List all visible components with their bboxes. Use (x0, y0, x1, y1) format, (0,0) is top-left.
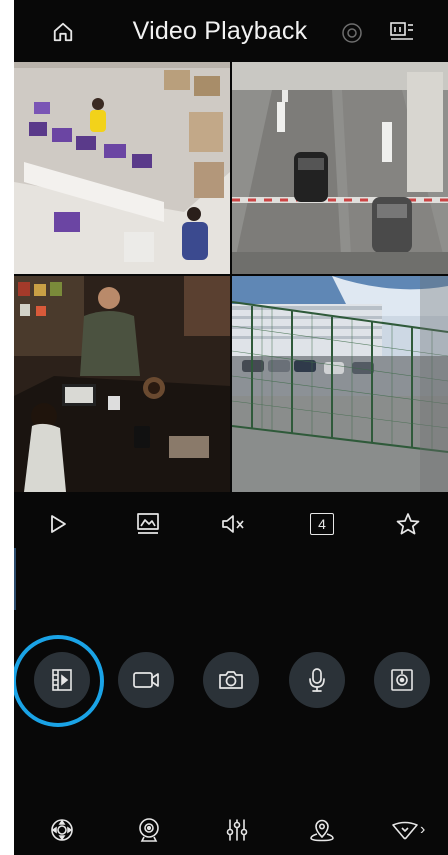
app-screen: Video Playback 4 › (14, 0, 448, 855)
video-grid (14, 62, 448, 492)
home-icon[interactable] (46, 16, 80, 48)
highlight-ring (14, 635, 104, 727)
playback-toolbar: 4 (14, 500, 448, 548)
play-icon[interactable] (38, 506, 78, 542)
capture-fisheye-icon (389, 667, 415, 693)
layout-split-icon[interactable]: 4 (302, 506, 342, 542)
video-cell-1[interactable] (14, 62, 230, 274)
video-frame-warehouse (14, 62, 230, 274)
fisheye-view-icon[interactable] (129, 812, 169, 848)
settings-dial-icon[interactable] (337, 18, 367, 48)
side-divider (14, 548, 16, 610)
snapshot-icon (217, 668, 245, 692)
record-camera-icon (131, 669, 161, 691)
video-cell-4[interactable] (232, 276, 448, 492)
video-frame-parking-lot (232, 276, 448, 492)
channel-switch-icon[interactable] (384, 16, 420, 46)
layout-count: 4 (310, 513, 334, 535)
capture-button[interactable] (374, 652, 430, 708)
favorite-star-icon[interactable] (388, 506, 428, 542)
talk-button[interactable] (289, 652, 345, 708)
video-cell-2[interactable] (232, 62, 448, 274)
video-cell-3[interactable] (14, 276, 230, 492)
more-arrow: › (420, 821, 426, 838)
mute-icon[interactable] (213, 506, 253, 542)
video-frame-cafe (14, 276, 230, 492)
more-options-icon[interactable]: › (390, 812, 446, 848)
location-icon[interactable] (302, 812, 342, 848)
top-bar: Video Playback (14, 0, 448, 62)
microphone-icon (306, 666, 328, 694)
video-frame-garage (232, 62, 448, 274)
adjust-sliders-icon[interactable] (217, 812, 257, 848)
record-button[interactable] (118, 652, 174, 708)
snapshot-button[interactable] (203, 652, 259, 708)
bottom-bar: › (14, 808, 448, 852)
page-title: Video Playback (132, 17, 308, 45)
image-quality-icon[interactable] (128, 506, 168, 542)
ptz-control-icon[interactable] (42, 812, 82, 848)
